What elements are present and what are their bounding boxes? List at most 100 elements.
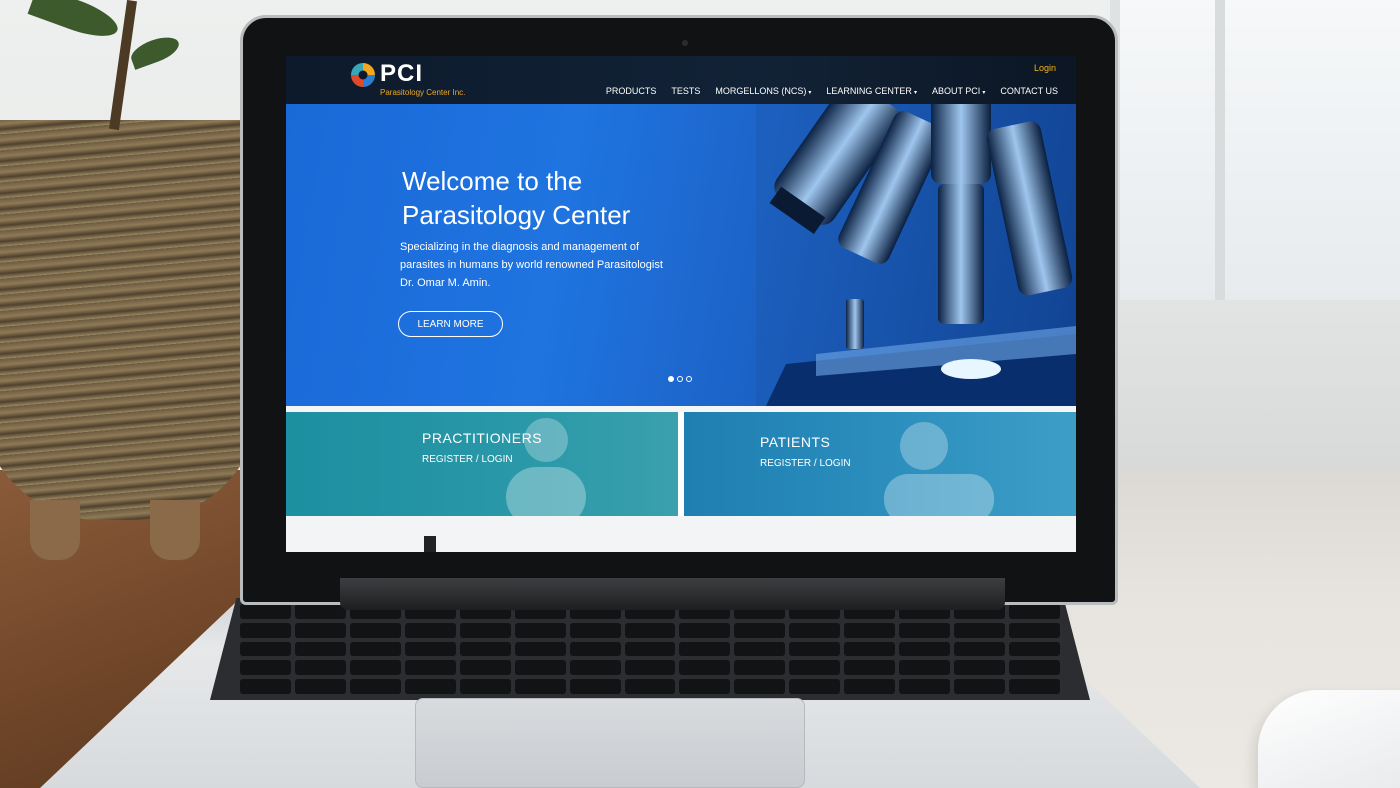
keyboard-key [679,660,731,676]
plant-pot [0,120,260,520]
keyboard-key [624,641,676,657]
keyboard-key [349,679,401,694]
patients-tile[interactable]: PATIENTS REGISTER / LOGIN [684,412,1076,516]
keyboard-key [734,641,786,657]
keyboard-key [404,641,456,657]
keyboard-key [294,604,346,619]
nav-label: ABOUT PCI [931,86,981,96]
computer-mouse [1258,690,1400,788]
site-logo[interactable]: PCI Parasitology Center Inc. [350,60,490,99]
keyboard-key [459,641,511,657]
keyboard-key [294,679,346,694]
keyboard-key [404,622,456,638]
keyboard-key [349,660,401,676]
keyboard-key [459,660,511,676]
keyboard-key [514,622,566,638]
nav-tests[interactable]: TESTS [671,86,700,96]
keyboard-key [1009,641,1060,657]
nav-products[interactable]: PRODUCTS [606,86,657,96]
patients-title: PATIENTS [760,434,831,450]
nav-contact-us[interactable]: CONTACT US [1000,86,1058,96]
keyboard-key [569,641,621,657]
keyboard-key [404,660,456,676]
page-content-below [286,516,1076,552]
nav-label: PRODUCTS [605,86,657,96]
keyboard-key [844,679,896,694]
keyboard-key [514,641,566,657]
keyboard-key [240,660,291,676]
login-link[interactable]: Login [1034,63,1056,73]
keyboard-key [789,641,841,657]
carousel-dot[interactable] [677,376,683,382]
keyboard-key [844,660,896,676]
keyboard-key [899,660,951,676]
learn-more-button[interactable]: LEARN MORE [398,311,503,337]
caret-down-icon: ▾ [982,90,986,96]
microscope-image [756,104,1076,406]
hero-carousel: Welcome to the Parasitology Center Speci… [286,104,1076,406]
window-mullion [1215,0,1225,300]
keyboard-key [1009,679,1060,694]
keyboard-key [1009,622,1060,638]
keyboard-key [734,622,786,638]
hero-title-line: Welcome to the [402,166,583,196]
keyboard-key [899,641,951,657]
keyboard-key [459,622,511,638]
keyboard-key [1009,660,1060,676]
keyboard-key [844,641,896,657]
keyboard-key [514,660,566,676]
keyboard-key [734,679,786,694]
keyboard-key [404,679,456,694]
hero-title: Welcome to the Parasitology Center [402,164,722,232]
keyboard-key [294,660,346,676]
keyboard-key [679,641,731,657]
keyboard-key [954,660,1006,676]
nav-learning-center[interactable]: LEARNING CENTER ▾ [826,86,917,96]
laptop-screen: PCI Parasitology Center Inc. Login PRODU… [286,56,1076,552]
main-nav: PRODUCTS TESTS MORGELLONS (NCS) ▾ LEARNIN… [606,86,1058,96]
keyboard-key [954,679,1006,694]
plant-leaf [27,0,123,45]
keyboard-key [294,641,346,657]
keyboard-key [349,622,401,638]
hero-title-line: Parasitology Center [402,200,631,230]
keyboard-key [569,679,621,694]
pot-foot [150,500,200,560]
webcam [682,40,688,46]
nav-morgellons[interactable]: MORGELLONS (NCS) ▾ [715,86,811,96]
keyboard-key [569,622,621,638]
keyboard-key [789,622,841,638]
keyboard-key [624,679,676,694]
laptop-trackpad [415,698,805,788]
keyboard-key [624,622,676,638]
nav-label: MORGELLONS (NCS) [715,86,807,96]
keyboard-key [734,660,786,676]
keyboard-key [569,660,621,676]
carousel-dot[interactable] [686,376,692,382]
laptop-hinge [340,578,1005,610]
keyboard-key [240,622,291,638]
keyboard-key [679,622,731,638]
content-element [424,536,436,552]
practitioners-title: PRACTITIONERS [422,430,543,446]
keyboard-key [899,622,951,638]
caret-down-icon: ▾ [913,90,917,96]
carousel-indicators [668,376,692,382]
keyboard-key [899,679,951,694]
practitioners-tile[interactable]: PRACTITIONERS REGISTER / LOGIN [286,412,678,516]
site-header: PCI Parasitology Center Inc. Login PRODU… [286,56,1076,104]
carousel-dot[interactable] [668,376,674,382]
keyboard-key [844,622,896,638]
nav-about-pci[interactable]: ABOUT PCI ▾ [932,86,985,96]
nav-label: CONTACT US [1000,86,1058,96]
keyboard-key [954,622,1006,638]
keyboard-key [294,622,346,638]
practitioners-register-login-link[interactable]: REGISTER / LOGIN [422,454,513,465]
background-window [1110,0,1400,300]
nav-label: LEARNING CENTER [826,86,912,96]
keyboard-key [1009,604,1060,619]
patients-register-login-link[interactable]: REGISTER / LOGIN [760,458,851,469]
nav-label: TESTS [671,86,701,96]
keyboard-key [954,641,1006,657]
plant-leaf [127,32,183,70]
